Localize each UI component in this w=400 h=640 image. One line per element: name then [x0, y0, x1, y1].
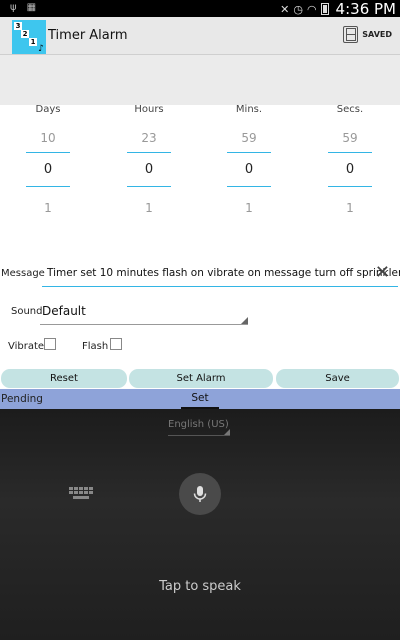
tab-pending[interactable]: Pending	[1, 393, 43, 405]
sound-dropdown[interactable]: Default	[40, 302, 248, 325]
picker-current-value[interactable]: 0	[124, 153, 174, 186]
music-note-icon: ♪	[38, 44, 44, 54]
sound-label: Sound	[11, 306, 43, 317]
picker-label: Days	[35, 104, 61, 115]
battery-icon	[320, 3, 329, 15]
usb-icon: ψ	[10, 2, 17, 13]
picker-next-value[interactable]: 1	[23, 201, 73, 215]
keyboard-icon[interactable]	[68, 486, 94, 500]
mute-icon: ✕	[280, 2, 290, 16]
dropdown-arrow-icon	[241, 317, 248, 324]
picker-prev-value[interactable]: 59	[325, 131, 375, 147]
secs-picker[interactable]: Secs. 59 0 1	[325, 105, 375, 215]
sound-value: Default	[42, 304, 86, 318]
reset-button[interactable]: Reset	[1, 369, 127, 388]
microphone-icon	[193, 486, 207, 502]
saved-button[interactable]: SAVED	[343, 26, 392, 43]
message-label: Message	[1, 268, 45, 279]
saved-label: SAVED	[362, 30, 392, 39]
picker-prev-value[interactable]: 10	[23, 131, 73, 147]
flash-checkbox[interactable]	[110, 338, 122, 350]
clear-icon[interactable]: ✕	[375, 263, 390, 283]
voice-input-panel: English (US) Tap to speak	[0, 409, 400, 640]
alarm-icon: ◷	[293, 2, 303, 16]
picker-label: Mins.	[235, 104, 263, 115]
language-dropdown[interactable]: English (US)	[168, 419, 230, 436]
header-spacer	[0, 55, 400, 105]
picker-current-value[interactable]: 0	[325, 153, 375, 186]
message-input[interactable]: Timer set 10 minutes flash on vibrate on…	[42, 263, 400, 287]
app-icon: 3 2 1 ♪	[12, 20, 46, 54]
tab-set[interactable]: Set	[181, 391, 219, 409]
picker-next-value[interactable]: 1	[124, 201, 174, 215]
picker-label: Hours	[134, 104, 164, 115]
set-alarm-button[interactable]: Set Alarm	[129, 369, 273, 388]
hours-picker[interactable]: Hours 23 0 1	[124, 105, 174, 215]
picker-divider	[328, 186, 372, 187]
microphone-button[interactable]	[179, 473, 221, 515]
picker-divider	[227, 186, 271, 187]
app-title: Timer Alarm	[48, 28, 128, 43]
dropdown-arrow-icon	[224, 429, 230, 435]
picker-prev-value[interactable]: 59	[224, 131, 274, 147]
clock: 4:36 PM	[335, 0, 396, 18]
save-button[interactable]: Save	[276, 369, 399, 388]
picker-current-value[interactable]: 0	[23, 153, 73, 186]
tap-to-speak-label: Tap to speak	[159, 579, 241, 594]
action-bar: 3 2 1 ♪ Timer Alarm SAVED	[0, 17, 400, 55]
picker-current-value[interactable]: 0	[224, 153, 274, 186]
keyboard-notification-icon: ▦	[26, 2, 37, 13]
tab-bar: Pending Set	[0, 389, 400, 409]
flash-label: Flash	[82, 341, 109, 352]
days-picker[interactable]: Days 10 0 1	[23, 105, 73, 215]
status-bar: ψ ▦ ✕ ◷ ◠ 4:36 PM	[0, 0, 400, 18]
picker-next-value[interactable]: 1	[224, 201, 274, 215]
picker-divider	[26, 186, 70, 187]
language-value: English (US)	[168, 419, 229, 430]
mins-picker[interactable]: Mins. 59 0 1	[224, 105, 274, 215]
wifi-icon: ◠	[306, 2, 317, 16]
vibrate-checkbox[interactable]	[44, 338, 56, 350]
picker-label: Secs.	[336, 104, 364, 115]
picker-next-value[interactable]: 1	[325, 201, 375, 215]
picker-prev-value[interactable]: 23	[124, 131, 174, 147]
message-text[interactable]: Timer set 10 minutes flash on vibrate on…	[47, 267, 400, 279]
vibrate-label: Vibrate	[8, 341, 45, 352]
picker-divider	[127, 186, 171, 187]
floppy-disk-icon	[343, 26, 359, 43]
